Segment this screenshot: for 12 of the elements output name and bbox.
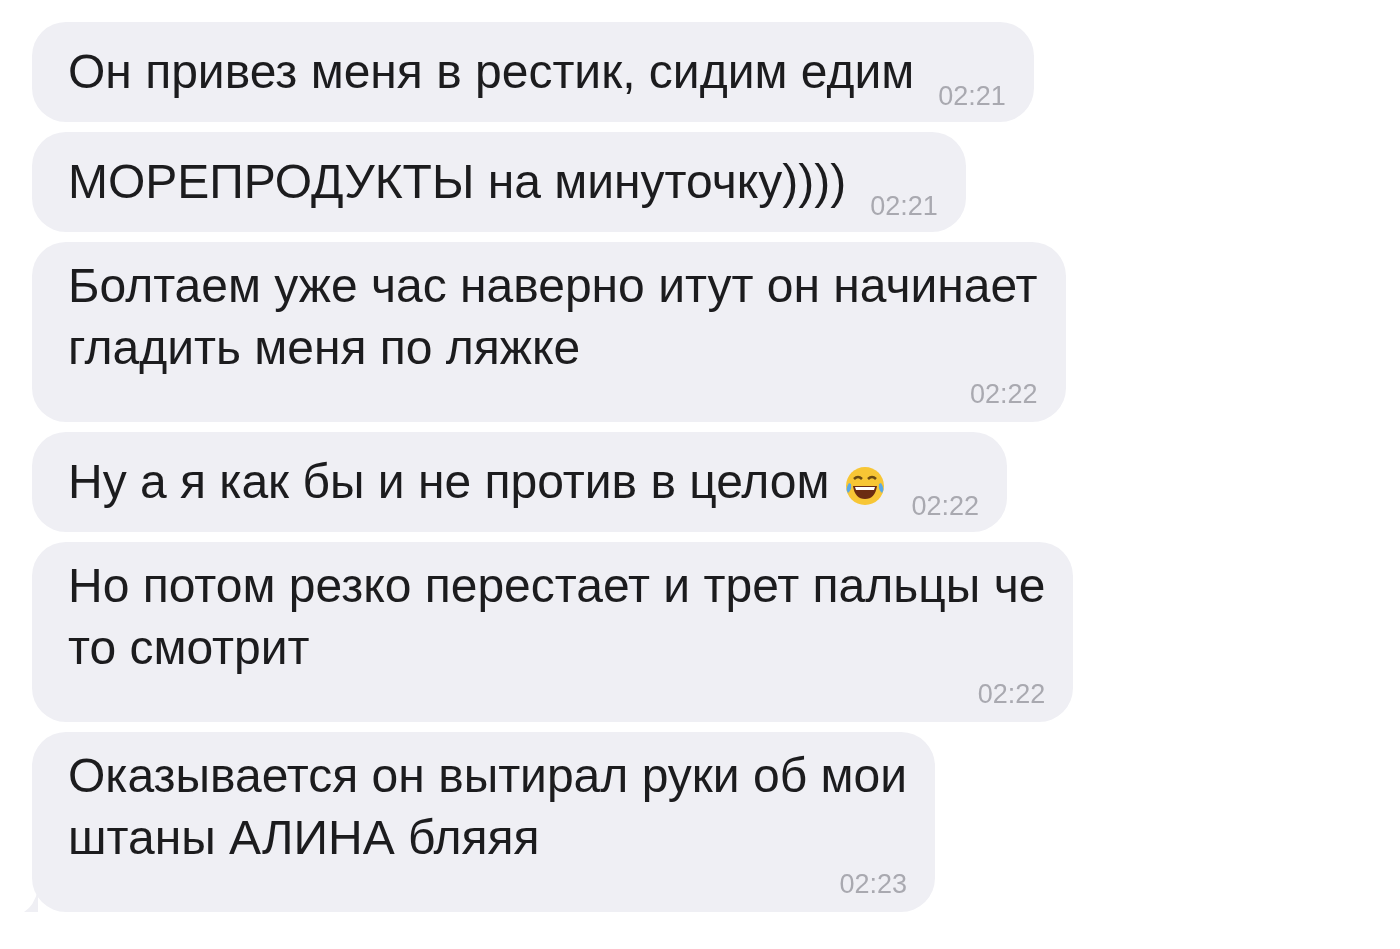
message-text: Но потом резко перестает и трет пальцы че то смотрит: [68, 558, 1046, 676]
message-time: 02:21: [938, 81, 1006, 111]
message-text: Ну а я как бы и не против в целом: [68, 454, 830, 510]
message-time: 02:22: [977, 679, 1046, 709]
message-text: МОРЕПРОДУКТЫ на минуточку)))): [68, 154, 847, 210]
message-time: 02:22: [911, 491, 980, 521]
message-time: 02:22: [970, 379, 1038, 409]
message-text: Оказывается он вытирал руки об мои штаны АЛИНА бляяя: [68, 748, 907, 866]
message-time: 02:21: [870, 191, 938, 221]
message-time: 02:23: [839, 869, 907, 899]
message-text: Болтаем уже час наверно итут он начинает гладить меня по ляжке: [68, 258, 1038, 376]
message-text: Он привез меня в рестик, сидим едим: [68, 44, 915, 100]
